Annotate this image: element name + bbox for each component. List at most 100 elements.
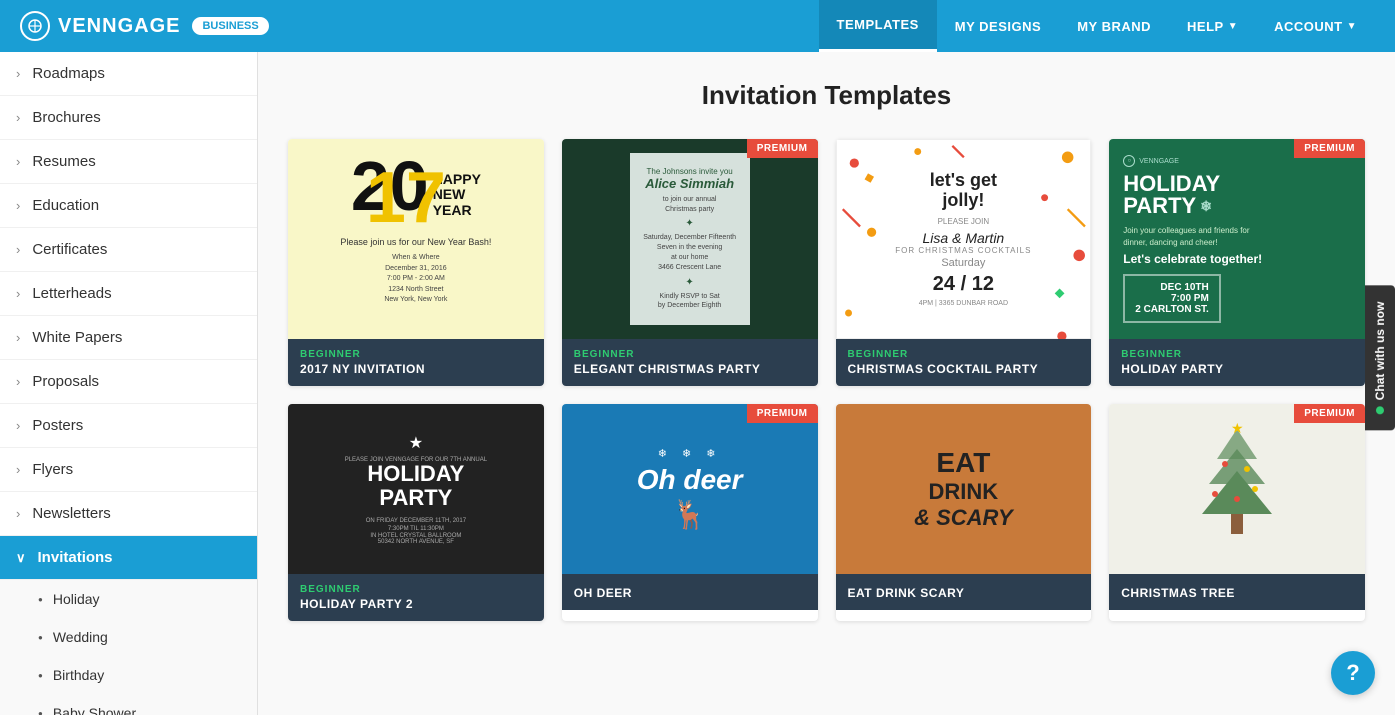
card7-drink: DRINK <box>929 479 999 505</box>
template-card-elegant-christmas[interactable]: PREMIUM The Johnsons invite you Alice Si… <box>562 139 818 386</box>
main-content: Invitation Templates 20 HAPPYNEWYEAR 17 <box>258 52 1395 715</box>
star-icon: ★ <box>409 433 423 453</box>
card1-invite-text: Please join us for our New Year Bash! <box>340 237 491 247</box>
sidebar-item-resumes[interactable]: › Resumes <box>0 140 257 184</box>
sidebar-subitem-baby-shower[interactable]: ● Baby Shower <box>0 694 257 715</box>
chevron-right-icon: › <box>16 110 20 125</box>
help-dropdown-arrow: ▼ <box>1228 21 1238 32</box>
card2-guest: Alice Simmiah <box>640 176 740 191</box>
template-card-holiday-party[interactable]: PREMIUM ○ VENNGAGE HOLIDAY PARTY ❄ Join … <box>1109 139 1365 386</box>
bullet-icon: ● <box>38 671 43 680</box>
chat-widget[interactable]: Chat with us now <box>1365 285 1395 430</box>
sidebar-item-certificates[interactable]: › Certificates <box>0 228 257 272</box>
logo-icon <box>20 11 50 41</box>
chevron-right-icon: › <box>16 462 20 477</box>
nav-account[interactable]: ACCOUNT ▼ <box>1256 0 1375 52</box>
card-image-christmas-tree: PREMIUM ★ <box>1109 404 1365 574</box>
card7-scary: & SCARY <box>914 505 1013 531</box>
card4-celebrate: Let's celebrate together! <box>1123 252 1262 266</box>
chevron-down-icon: ∨ <box>16 550 26 566</box>
chat-online-indicator <box>1376 406 1384 414</box>
card2-host: The Johnsons invite you <box>640 167 740 176</box>
card-image-oh-deer: PREMIUM ❄ ❄ ❄ Oh deer 🦌 <box>562 404 818 574</box>
card-name: CHRISTMAS TREE <box>1121 586 1353 600</box>
template-card-holiday-dark[interactable]: ★ PLEASE JOIN VENNGAGE FOR OUR 7TH ANNUA… <box>288 404 544 621</box>
template-card-ny2017[interactable]: 20 HAPPYNEWYEAR 17 Please join us for ou… <box>288 139 544 386</box>
page-title: Invitation Templates <box>288 80 1365 111</box>
card-image-ny2017: 20 HAPPYNEWYEAR 17 Please join us for ou… <box>288 139 544 339</box>
card2-date: Saturday, December FifteenthSeven in the… <box>640 233 740 272</box>
sidebar-item-education[interactable]: › Education <box>0 184 257 228</box>
card1-details: When & WhereDecember 31, 20167:00 PM - 2… <box>384 253 447 306</box>
premium-badge: PREMIUM <box>747 139 818 158</box>
card3-venue: 4PM | 3365 DUNBAR ROAD <box>895 300 1031 307</box>
card4-body: Join your colleagues and friends fordinn… <box>1123 225 1249 247</box>
sidebar-subitem-holiday[interactable]: ● Holiday <box>0 580 257 618</box>
brand-logo[interactable]: VENNGAGE <box>20 11 180 41</box>
nav-my-designs[interactable]: MY DESIGNS <box>937 0 1059 52</box>
card-footer-oh-deer: OH DEER <box>562 574 818 610</box>
bullet-icon: ● <box>38 595 43 604</box>
sidebar-item-letterheads[interactable]: › Letterheads <box>0 272 257 316</box>
sidebar-item-brochures[interactable]: › Brochures <box>0 96 257 140</box>
sidebar-item-roadmaps[interactable]: › Roadmaps <box>0 52 257 96</box>
card5-venue: IN HOTEL CRYSTAL BALLROOM50342 NORTH AVE… <box>370 533 461 545</box>
sidebar-item-newsletters[interactable]: › Newsletters <box>0 492 257 536</box>
template-card-eat-drink[interactable]: EAT DRINK & SCARY EAT DRINK SCARY <box>836 404 1092 621</box>
card3-sub: PLEASE JOIN <box>895 217 1031 226</box>
card-footer-holiday-dark: BEGINNER HOLIDAY PARTY 2 <box>288 574 544 621</box>
card3-headline: let's getjolly! <box>895 171 1031 211</box>
card3-for: FOR CHRISTMAS COCKTAILS <box>895 246 1031 255</box>
card-footer-ny2017: BEGINNER 2017 NY INVITATION <box>288 339 544 386</box>
template-card-christmas-tree[interactable]: PREMIUM ★ <box>1109 404 1365 621</box>
card-image-eat-drink: EAT DRINK & SCARY <box>836 404 1092 574</box>
card-image-holiday-dark: ★ PLEASE JOIN VENNGAGE FOR OUR 7TH ANNUA… <box>288 404 544 574</box>
chevron-right-icon: › <box>16 374 20 389</box>
card2-invite: to join our annualChristmas party <box>640 195 740 215</box>
template-card-oh-deer[interactable]: PREMIUM ❄ ❄ ❄ Oh deer 🦌 OH DEER <box>562 404 818 621</box>
card6-content: ❄ ❄ ❄ Oh deer 🦌 <box>637 447 743 531</box>
card7-eat: EAT <box>936 447 990 479</box>
bullet-icon: ● <box>38 709 43 715</box>
sidebar-subitem-wedding[interactable]: ● Wedding <box>0 618 257 656</box>
sidebar-item-invitations[interactable]: ∨ Invitations <box>0 536 257 580</box>
card-footer-holiday: BEGINNER HOLIDAY PARTY <box>1109 339 1365 386</box>
template-card-cocktail[interactable]: let's getjolly! PLEASE JOIN Lisa & Marti… <box>836 139 1092 386</box>
sidebar-subitem-birthday[interactable]: ● Birthday <box>0 656 257 694</box>
sidebar-item-posters[interactable]: › Posters <box>0 404 257 448</box>
template-grid-row1: 20 HAPPYNEWYEAR 17 Please join us for ou… <box>288 139 1365 386</box>
card4-event-box: DEC 10TH7:00 PM2 CARLTON ST. <box>1123 274 1221 323</box>
nav-help[interactable]: HELP ▼ <box>1169 0 1256 52</box>
nav-my-brand[interactable]: MY BRAND <box>1059 0 1169 52</box>
card-footer-cocktail: BEGINNER CHRISTMAS COCKTAIL PARTY <box>836 339 1092 386</box>
card-name: HOLIDAY PARTY 2 <box>300 597 532 611</box>
help-button[interactable]: ? <box>1331 651 1375 695</box>
card-level: BEGINNER <box>300 584 532 595</box>
card-name: ELEGANT CHRISTMAS PARTY <box>574 362 806 376</box>
card-image-holiday: PREMIUM ○ VENNGAGE HOLIDAY PARTY ❄ Join … <box>1109 139 1365 339</box>
card-level: BEGINNER <box>848 349 1080 360</box>
chevron-right-icon: › <box>16 154 20 169</box>
sidebar-item-proposals[interactable]: › Proposals <box>0 360 257 404</box>
chevron-right-icon: › <box>16 286 20 301</box>
card-level: BEGINNER <box>574 349 806 360</box>
svg-text:★: ★ <box>1231 420 1244 436</box>
christmas-tree-svg: ★ <box>1187 419 1287 559</box>
card2-rsvp: Kindly RSVP to Satby December Eighth <box>640 292 740 312</box>
premium-badge: PREMIUM <box>1294 404 1365 423</box>
sidebar: › Roadmaps › Brochures › Resumes › Educa… <box>0 52 258 715</box>
card-image-elegant: PREMIUM The Johnsons invite you Alice Si… <box>562 139 818 339</box>
card5-date: ON FRIDAY DECEMBER 11TH, 20177:30PM TIL … <box>366 517 466 534</box>
sidebar-item-white-papers[interactable]: › White Papers <box>0 316 257 360</box>
card-footer-eat-drink: EAT DRINK SCARY <box>836 574 1092 610</box>
sidebar-item-flyers[interactable]: › Flyers <box>0 448 257 492</box>
card-name: CHRISTMAS COCKTAIL PARTY <box>848 362 1080 376</box>
chevron-right-icon: › <box>16 66 20 81</box>
chevron-right-icon: › <box>16 506 20 521</box>
business-badge[interactable]: BUSINESS <box>192 17 268 35</box>
template-grid-row2: ★ PLEASE JOIN VENNGAGE FOR OUR 7TH ANNUA… <box>288 404 1365 621</box>
chevron-right-icon: › <box>16 242 20 257</box>
nav-templates[interactable]: TEMPLATES <box>819 0 937 52</box>
card-level: BEGINNER <box>1121 349 1353 360</box>
account-dropdown-arrow: ▼ <box>1347 21 1357 32</box>
